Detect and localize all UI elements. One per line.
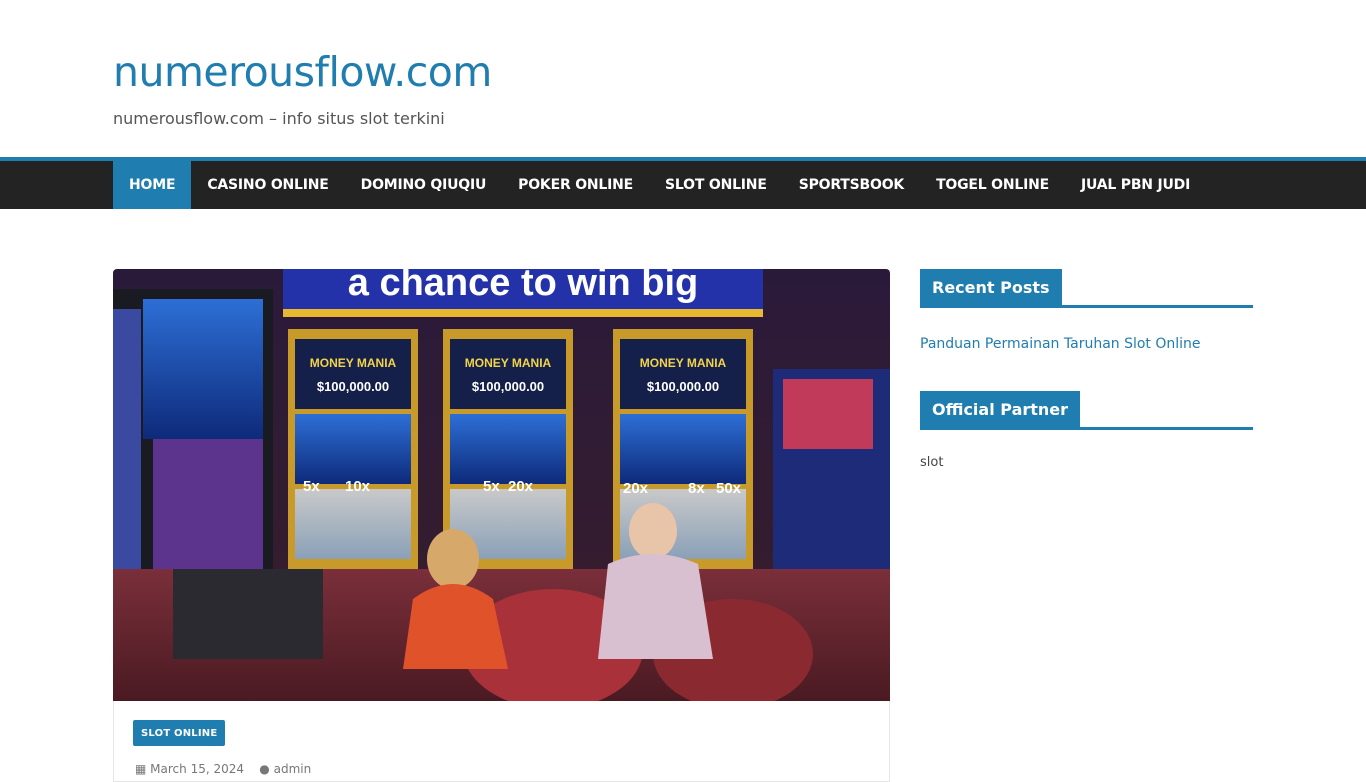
post-meta: ▦ March 15, 2024 ● admin [135,762,311,776]
machine-brand-2: MONEY MANIA [465,356,552,370]
machine-brand-1: MONEY MANIA [310,356,397,370]
multiplier-7: 50x [716,480,742,497]
featured-image[interactable]: a chance to win big MONEY MANIA $100,000… [113,269,890,701]
multiplier-2: 10x [345,478,371,495]
banner-text: a chance to win big [348,269,699,304]
jackpot-amount-2: $100,000.00 [472,379,544,394]
nav-item-sportsbook[interactable]: SPORTSBOOK [783,160,920,209]
nav-item-domino-qiuqiu[interactable]: DOMINO QIUQIU [345,160,503,209]
nav-item-jual-pbn-judi[interactable]: JUAL PBN JUDI [1065,160,1206,209]
user-icon: ● [259,762,270,776]
site-title[interactable]: numerousflow.com [113,44,492,100]
nav-item-home[interactable]: HOME [113,160,192,209]
recent-post-link[interactable]: Panduan Permainan Taruhan Slot Online [920,336,1201,352]
multiplier-1: 5x [303,478,320,495]
recent-posts-widget: Recent Posts Panduan Permainan Taruhan S… [920,269,1253,352]
nav-item-poker-online[interactable]: POKER ONLINE [502,160,649,209]
multiplier-3: 5x [483,478,500,495]
official-partner-widget: Official Partner slot [920,391,1253,470]
jackpot-amount-3: $100,000.00 [647,379,719,394]
machine-brand-3: MONEY MANIA [640,356,727,370]
nav-item-slot-online[interactable]: SLOT ONLINE [649,160,783,209]
nav-item-casino-online[interactable]: CASINO ONLINE [191,160,344,209]
multiplier-5: 20x [623,480,649,497]
main-navigation: HOME CASINO ONLINE DOMINO QIUQIU POKER O… [0,157,1366,209]
category-badge[interactable]: SLOT ONLINE [133,720,226,746]
nav-item-togel-online[interactable]: TOGEL ONLINE [920,160,1065,209]
post-date[interactable]: March 15, 2024 [150,762,244,776]
calendar-icon: ▦ [135,762,147,776]
official-partner-title: Official Partner [920,391,1081,427]
post-author[interactable]: admin [274,762,312,776]
partner-text: slot [920,455,944,470]
multiplier-6: 8x [688,480,705,497]
multiplier-4: 20x [508,478,534,495]
jackpot-amount-1: $100,000.00 [317,379,389,394]
article-card: SLOT ONLINE ▦ March 15, 2024 ● admin [113,701,890,782]
site-tagline: numerousflow.com – info situs slot terki… [113,109,445,128]
recent-posts-title: Recent Posts [920,269,1062,305]
site-header: numerousflow.com numerousflow.com – info… [0,0,1366,157]
